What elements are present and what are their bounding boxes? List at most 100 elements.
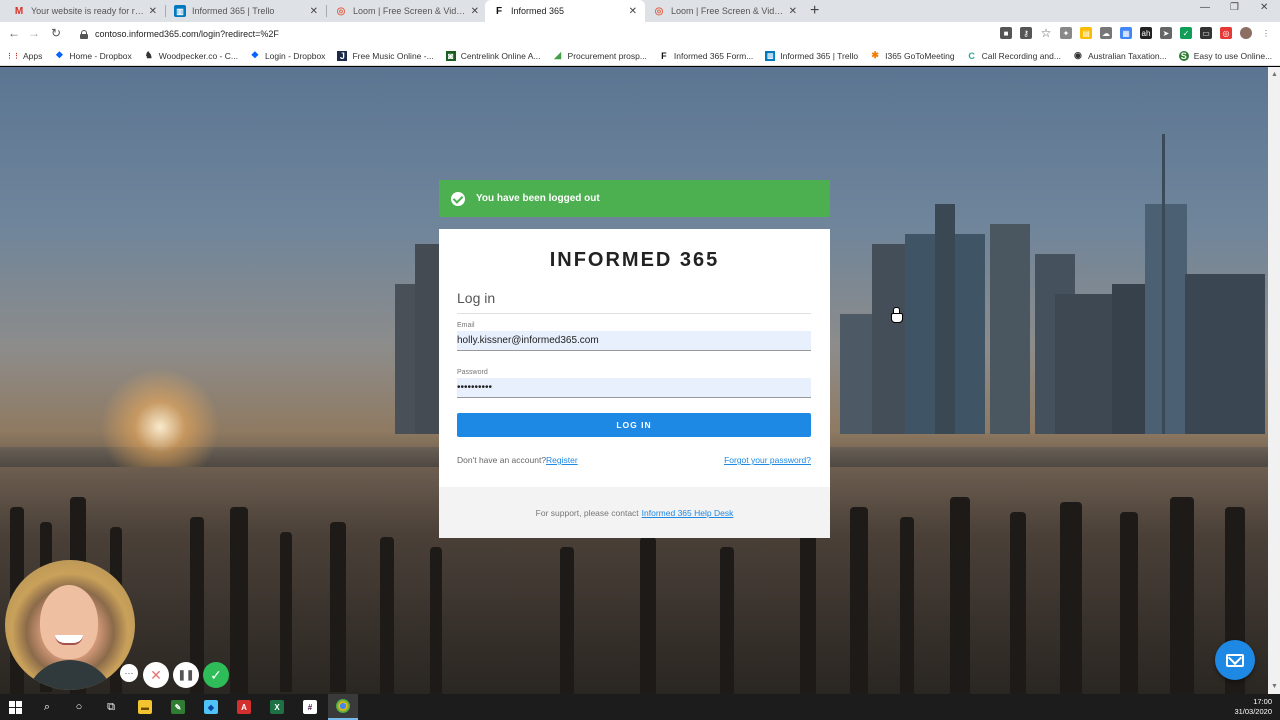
windows-start-icon[interactable] xyxy=(0,694,30,720)
tab-trello[interactable]: ▥ Informed 365 | Trello ✕ xyxy=(166,0,326,22)
forward-icon[interactable]: → xyxy=(26,26,42,40)
bookmark-label: Apps xyxy=(23,50,43,61)
bookmark-free-music[interactable]: J Free Music Online -... xyxy=(337,50,434,61)
bookmark-centrelink[interactable]: ◙ Centrelink Online A... xyxy=(445,50,541,61)
bookmark-label: Australian Taxation... xyxy=(1087,50,1167,61)
mail-icon xyxy=(1226,653,1244,667)
cancel-recording-icon[interactable]: ✕ xyxy=(143,662,169,688)
bookmark-gotomeeting[interactable]: ✱ I365 GoToMeeting xyxy=(870,50,954,61)
loom-extension-icon[interactable]: ◎ xyxy=(1220,27,1232,39)
tab-loom-1[interactable]: ◎ Loom | Free Screen & Video Rec ✕ xyxy=(327,0,487,22)
cloud-icon[interactable]: ☁ xyxy=(1100,27,1112,39)
skyline-building xyxy=(1112,284,1147,434)
minimize-icon[interactable]: — xyxy=(1200,2,1210,13)
grammarly-icon[interactable]: ✓ xyxy=(1180,27,1192,39)
puzzle-icon[interactable]: ✦ xyxy=(1060,27,1072,39)
logged-out-alert: You have been logged out xyxy=(439,180,830,217)
gmail-icon: M xyxy=(14,5,24,17)
chrome-icon[interactable] xyxy=(328,694,358,720)
close-icon[interactable]: ✕ xyxy=(471,6,479,17)
bookmark-call-recording[interactable]: C Call Recording and... xyxy=(967,51,1061,61)
url-text: contoso.informed365.com/login?redirect=%… xyxy=(95,29,279,39)
password-label: Password xyxy=(457,369,488,376)
close-icon[interactable]: ✕ xyxy=(789,6,797,17)
key-icon[interactable]: ⚷ xyxy=(1020,27,1032,39)
forgot-password-link[interactable]: Forgot your password? xyxy=(724,455,811,465)
webcam-bubble[interactable] xyxy=(5,560,135,690)
gotomeeting-icon: ✱ xyxy=(871,50,879,60)
support-footer: For support, please contact Informed 365… xyxy=(439,487,830,538)
email-field[interactable] xyxy=(457,331,811,351)
register-link[interactable]: Register xyxy=(546,455,578,465)
bookmark-login-dropbox[interactable]: ❖ Login - Dropbox xyxy=(250,50,326,61)
screenshot-icon[interactable]: ▭ xyxy=(1200,27,1212,39)
new-tab-icon[interactable]: + xyxy=(810,2,819,20)
slack-icon[interactable]: # xyxy=(295,694,325,720)
close-icon[interactable]: ✕ xyxy=(310,6,318,17)
bookmark-label: Procurement prosp... xyxy=(567,50,647,61)
dropbox-icon: ❖ xyxy=(250,50,259,60)
arrow-extension-icon[interactable]: ➤ xyxy=(1160,27,1172,39)
support-mail-button[interactable] xyxy=(1215,640,1255,680)
centrelink-icon: ◙ xyxy=(445,50,456,61)
docs-icon[interactable]: ▤ xyxy=(1080,27,1092,39)
register-row: Don't have an account?Register xyxy=(457,455,578,465)
restore-icon[interactable]: ❐ xyxy=(1230,2,1239,13)
cortana-icon[interactable]: ○ xyxy=(64,694,94,720)
procurement-icon: ◢ xyxy=(554,50,561,60)
tab-title: Informed 365 xyxy=(511,6,565,16)
support-text: For support, please contact xyxy=(535,507,639,518)
color-icon[interactable]: ▦ xyxy=(1120,27,1132,39)
window-close-icon[interactable]: ✕ xyxy=(1260,2,1268,13)
loom-icon: ◎ xyxy=(336,5,346,17)
bookmark-label: Login - Dropbox xyxy=(264,50,326,61)
tab-title: Loom | Free Screen & Video Rec xyxy=(353,6,467,16)
star-icon[interactable]: ☆ xyxy=(1040,26,1052,40)
bookmark-procurement[interactable]: ◢ Procurement prosp... xyxy=(553,50,647,61)
tab-loom-2[interactable]: ◎ Loom | Free Screen & Video Rec ✕ xyxy=(645,0,805,22)
app-icon[interactable]: ✎ xyxy=(163,694,193,720)
acrobat-icon[interactable]: A xyxy=(229,694,259,720)
trello-icon: ▥ xyxy=(765,50,776,61)
system-clock[interactable]: 17:00 31/03/2020 xyxy=(1234,697,1272,717)
excel-icon[interactable]: X xyxy=(262,694,292,720)
extension-badge-icon[interactable]: ah xyxy=(1140,27,1152,39)
more-options-icon[interactable]: ⋯ xyxy=(120,664,138,682)
password-field[interactable] xyxy=(457,378,811,398)
skyline-building xyxy=(1145,204,1187,434)
tab-gmail[interactable]: M Your website is ready for review! ✕ xyxy=(5,0,165,22)
url-field[interactable]: contoso.informed365.com/login?redirect=%… xyxy=(80,26,279,42)
task-view-icon[interactable]: ⧉ xyxy=(96,694,126,720)
pause-icon[interactable]: ❚❚ xyxy=(173,662,199,688)
camera-icon[interactable]: ■ xyxy=(1000,27,1012,39)
email-label: Email xyxy=(457,322,475,329)
app-icon[interactable]: ◆ xyxy=(196,694,226,720)
search-icon[interactable]: ⌕ xyxy=(32,694,62,720)
file-explorer-icon[interactable]: ▬ xyxy=(130,694,160,720)
scroll-up-icon[interactable]: ▲ xyxy=(1271,71,1278,78)
informed365-icon: F xyxy=(495,5,503,17)
page-scrollbar[interactable]: ▲ ▼ xyxy=(1268,67,1280,694)
clock-time: 17:00 xyxy=(1253,697,1272,706)
help-desk-link[interactable]: Informed 365 Help Desk xyxy=(642,508,734,518)
bookmark-home-dropbox[interactable]: ❖ Home - Dropbox xyxy=(54,50,131,61)
bookmark-label: Woodpecker.co - C... xyxy=(158,50,238,61)
finish-recording-icon[interactable]: ✓ xyxy=(203,662,229,688)
reload-icon[interactable]: ↻ xyxy=(48,26,64,40)
scroll-down-icon[interactable]: ▼ xyxy=(1271,683,1278,690)
bookmark-informed365-forms[interactable]: F Informed 365 Form... xyxy=(659,51,753,61)
profile-avatar[interactable] xyxy=(1240,27,1252,39)
address-bar: ← → ↻ contoso.informed365.com/login?redi… xyxy=(0,22,1280,46)
login-button[interactable]: LOG IN xyxy=(457,413,811,437)
menu-icon[interactable]: ⋮ xyxy=(1260,27,1272,39)
bookmark-apps[interactable]: ⋮⋮ Apps xyxy=(6,50,43,61)
apps-grid-icon: ⋮⋮ xyxy=(6,52,20,60)
back-icon[interactable]: ← xyxy=(6,26,22,40)
close-icon[interactable]: ✕ xyxy=(629,6,637,17)
bookmark-ato[interactable]: ◉ Australian Taxation... xyxy=(1073,50,1167,61)
tab-informed365[interactable]: F Informed 365 ✕ xyxy=(485,0,645,22)
bookmark-easy-online[interactable]: S Easy to use Online... xyxy=(1178,50,1272,61)
bookmark-informed365-trello[interactable]: ▥ Informed 365 | Trello xyxy=(765,50,858,61)
close-icon[interactable]: ✕ xyxy=(149,6,157,17)
bookmark-woodpecker[interactable]: ♞ Woodpecker.co - C... xyxy=(144,50,238,61)
